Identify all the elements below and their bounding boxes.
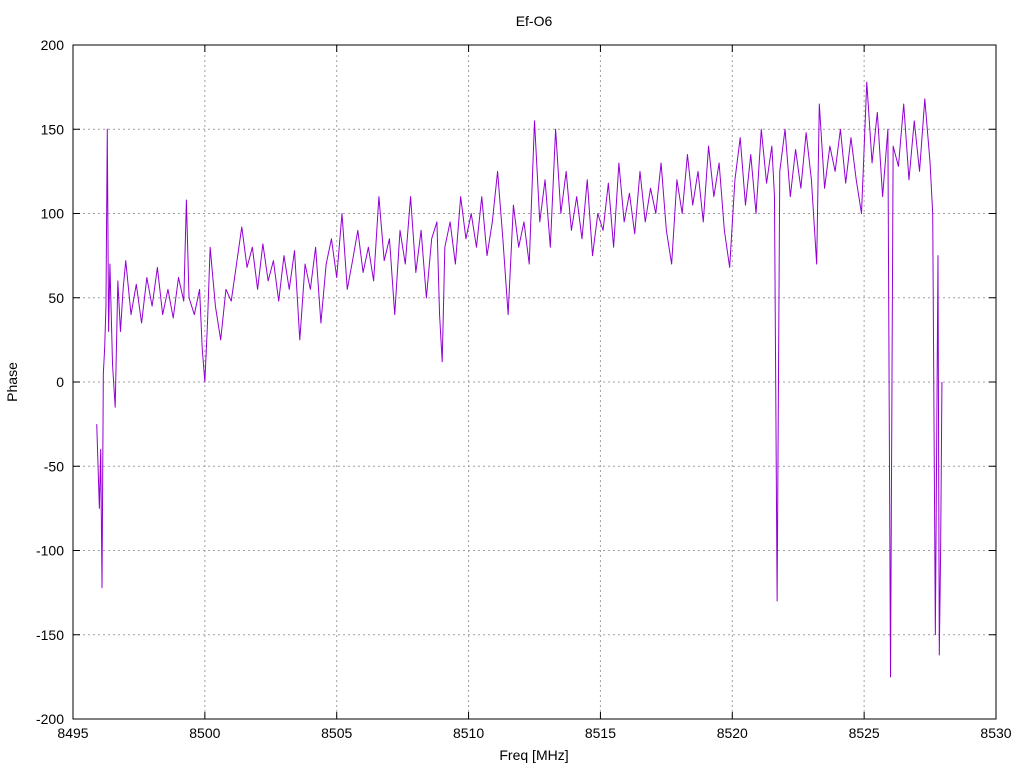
chart-background: [0, 0, 1024, 768]
x-axis-title: Freq [MHz]: [499, 747, 568, 763]
x-tick-label: 8510: [453, 725, 484, 741]
x-tick-label: 8495: [57, 725, 88, 741]
y-tick-label: 200: [41, 37, 65, 53]
y-tick-label: -200: [36, 711, 64, 727]
y-tick-label: 150: [41, 121, 65, 137]
x-tick-label: 8505: [321, 725, 352, 741]
x-tick-label: 8515: [585, 725, 616, 741]
x-tick-label: 8520: [717, 725, 748, 741]
y-tick-label: 100: [41, 206, 65, 222]
chart-title: Ef-O6: [516, 13, 553, 29]
y-tick-label: -150: [36, 627, 64, 643]
x-tick-label: 8530: [980, 725, 1011, 741]
y-tick-label: -50: [44, 458, 64, 474]
y-tick-label: -100: [36, 543, 64, 559]
y-tick-label: 0: [56, 374, 64, 390]
x-tick-label: 8500: [189, 725, 220, 741]
y-tick-label: 50: [48, 290, 64, 306]
y-axis-title: Phase: [4, 362, 20, 402]
phase-chart: 8495 8500 8505 8510 8515 8520 8525 8530 -200 -150…: [0, 0, 1024, 768]
x-tick-label: 8525: [849, 725, 880, 741]
